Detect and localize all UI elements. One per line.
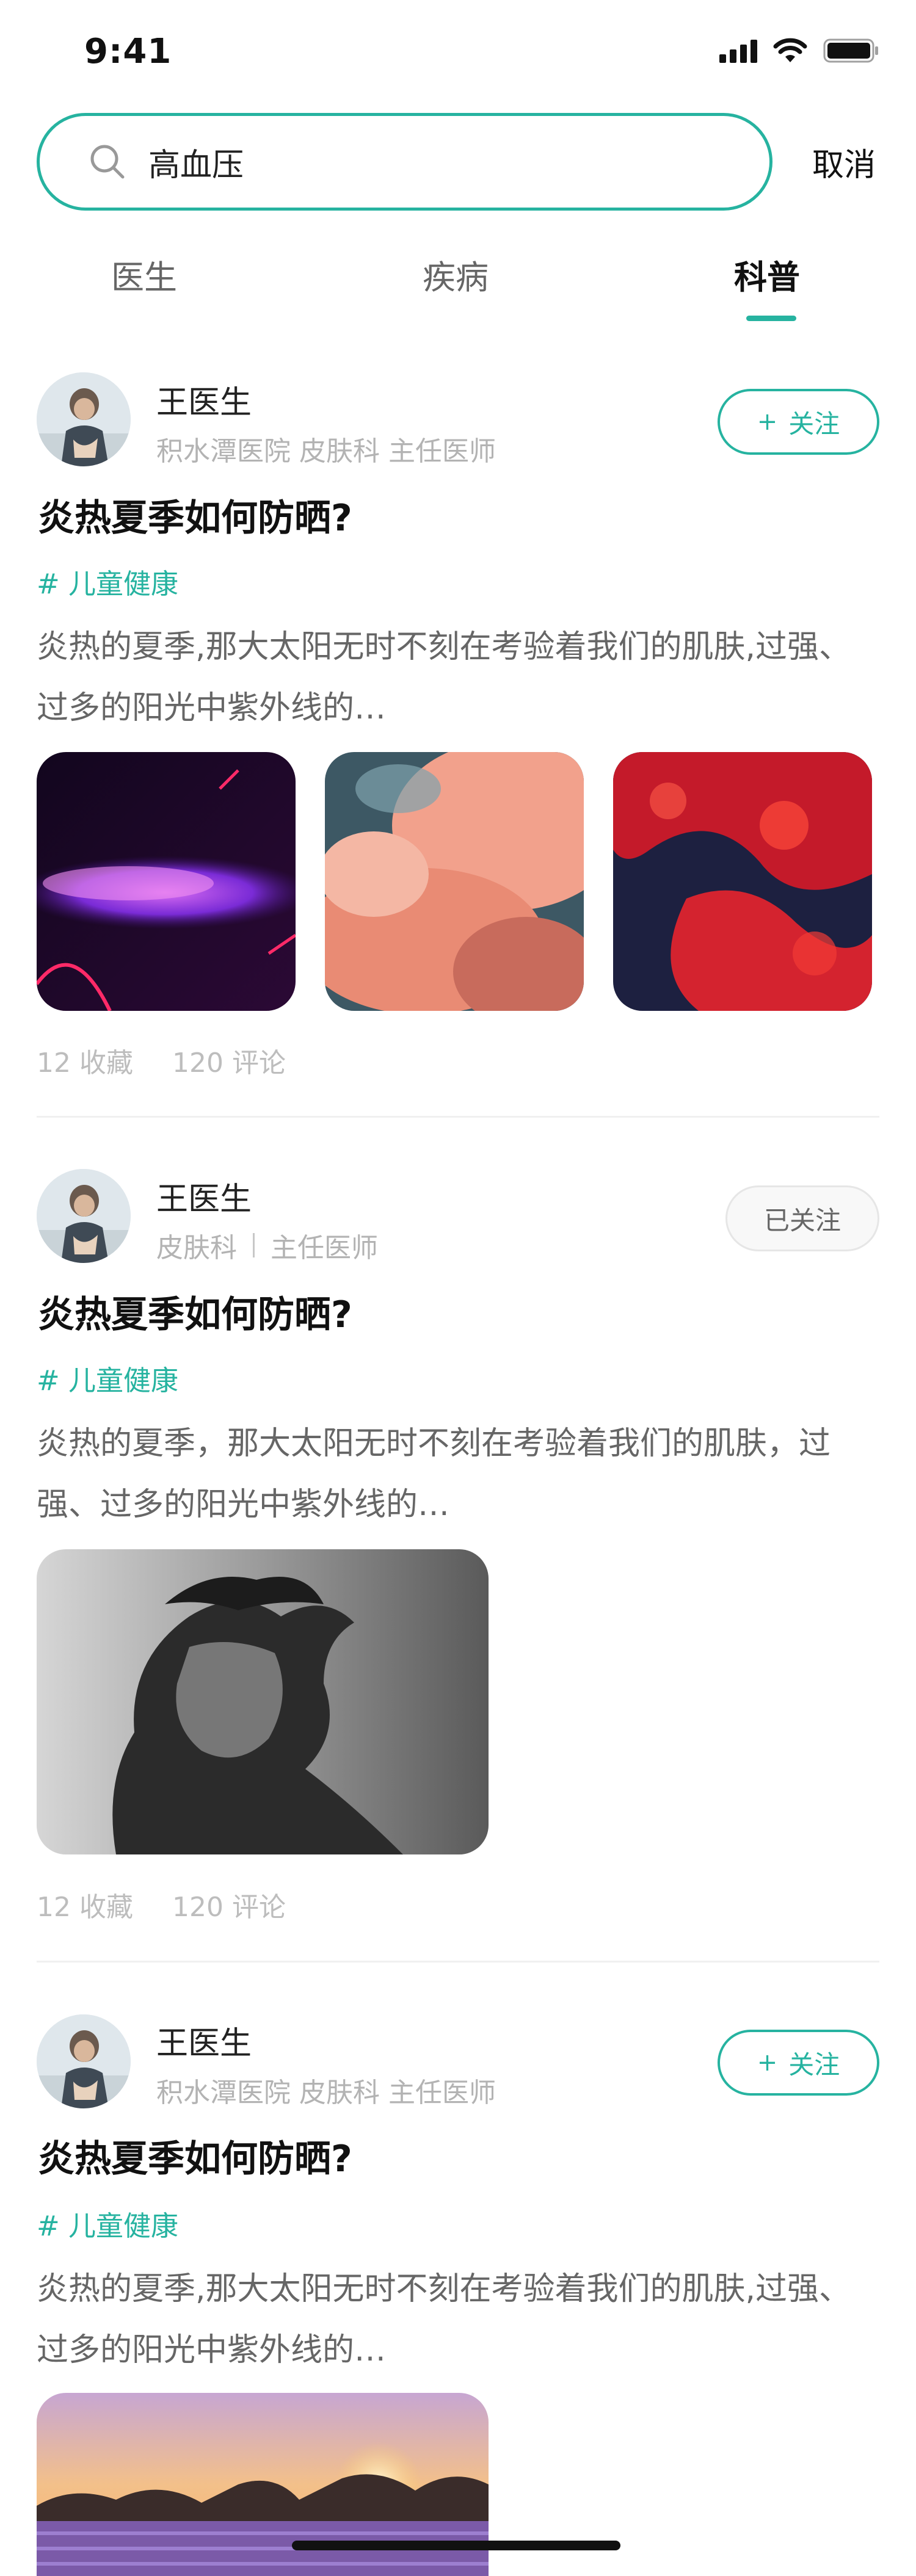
post-tag[interactable]: # 儿童健康 — [37, 2204, 178, 2243]
post-title[interactable]: 炎热夏季如何防晒? — [38, 1285, 352, 1338]
info-separator — [253, 1233, 255, 1257]
home-indicator — [292, 2541, 620, 2550]
follow-label: 关注 — [788, 2049, 840, 2080]
doctor-title: 主任医师 — [271, 1232, 378, 1264]
avatar[interactable] — [37, 372, 131, 466]
follow-button[interactable]: + 关注 — [718, 389, 879, 455]
post-divider — [37, 1961, 879, 1963]
red-fluid-image[interactable] — [613, 752, 872, 1011]
post-stats: 12 收藏 120 评论 — [37, 1885, 286, 1924]
status-icons — [719, 38, 879, 63]
post-excerpt[interactable]: 炎热的夏季，那大太阳无时不刻在考验着我们的肌肤，过强、过多的阳光中紫外线的… — [37, 1413, 879, 1535]
tab-diseases[interactable]: 疾病 — [423, 250, 489, 298]
avatar[interactable] — [37, 1169, 131, 1263]
tab-active-indicator — [746, 316, 796, 321]
search-input[interactable]: 高血压 — [37, 113, 772, 211]
post-tag[interactable]: # 儿童健康 — [37, 1358, 178, 1398]
post-title[interactable]: 炎热夏季如何防晒? — [38, 2129, 352, 2182]
favorites-count[interactable]: 12 收藏 — [37, 1041, 133, 1080]
status-bar: 9:41 — [0, 0, 916, 104]
post-excerpt[interactable]: 炎热的夏季,那大太阳无时不刻在考验着我们的肌肤,过强、过多的阳光中紫外线的… — [37, 617, 879, 739]
plus-icon: + — [757, 408, 778, 436]
doctor-info: 积水潭医院 皮肤科 主任医师 — [156, 2077, 496, 2108]
doctor-name[interactable]: 王医生 — [156, 2017, 252, 2063]
plus-icon: + — [757, 2049, 778, 2077]
comments-count[interactable]: 120 评论 — [172, 1041, 286, 1080]
cancel-button[interactable]: 取消 — [812, 139, 876, 185]
follow-label: 关注 — [788, 408, 840, 439]
doctor-dept: 皮肤科 — [156, 1232, 237, 1264]
purple-smoke-image[interactable] — [37, 752, 296, 1011]
status-time: 9:41 — [84, 32, 172, 71]
post-tag[interactable]: # 儿童健康 — [37, 562, 178, 601]
doctor-name[interactable]: 王医生 — [156, 377, 252, 422]
follow-button[interactable]: + 关注 — [718, 2030, 879, 2096]
post-excerpt[interactable]: 炎热的夏季,那大太阳无时不刻在考验着我们的肌肤,过强、过多的阳光中紫外线的… — [37, 2259, 879, 2381]
following-button[interactable]: 已关注 — [725, 1185, 879, 1251]
avatar[interactable] — [37, 2014, 131, 2108]
doctor-info: 积水潭医院 皮肤科 主任医师 — [156, 436, 496, 467]
search-query-text: 高血压 — [148, 147, 244, 184]
post-divider — [37, 1116, 879, 1118]
woman-portrait-image[interactable] — [37, 1549, 489, 1854]
post-stats: 12 收藏 120 评论 — [37, 1041, 286, 1080]
favorites-count[interactable]: 12 收藏 — [37, 1885, 133, 1924]
post-title[interactable]: 炎热夏季如何防晒? — [38, 488, 352, 541]
tab-doctors[interactable]: 医生 — [111, 250, 177, 298]
tab-science[interactable]: 科普 — [734, 250, 800, 298]
wifi-icon — [773, 38, 807, 63]
doctor-name[interactable]: 王医生 — [156, 1173, 252, 1219]
doctor-info: 皮肤科 主任医师 — [156, 1226, 378, 1265]
battery-icon — [823, 38, 879, 63]
search-icon — [90, 145, 125, 179]
cellular-signal-icon — [719, 38, 757, 63]
comments-count[interactable]: 120 评论 — [172, 1885, 286, 1924]
pink-clouds-image[interactable] — [325, 752, 584, 1011]
